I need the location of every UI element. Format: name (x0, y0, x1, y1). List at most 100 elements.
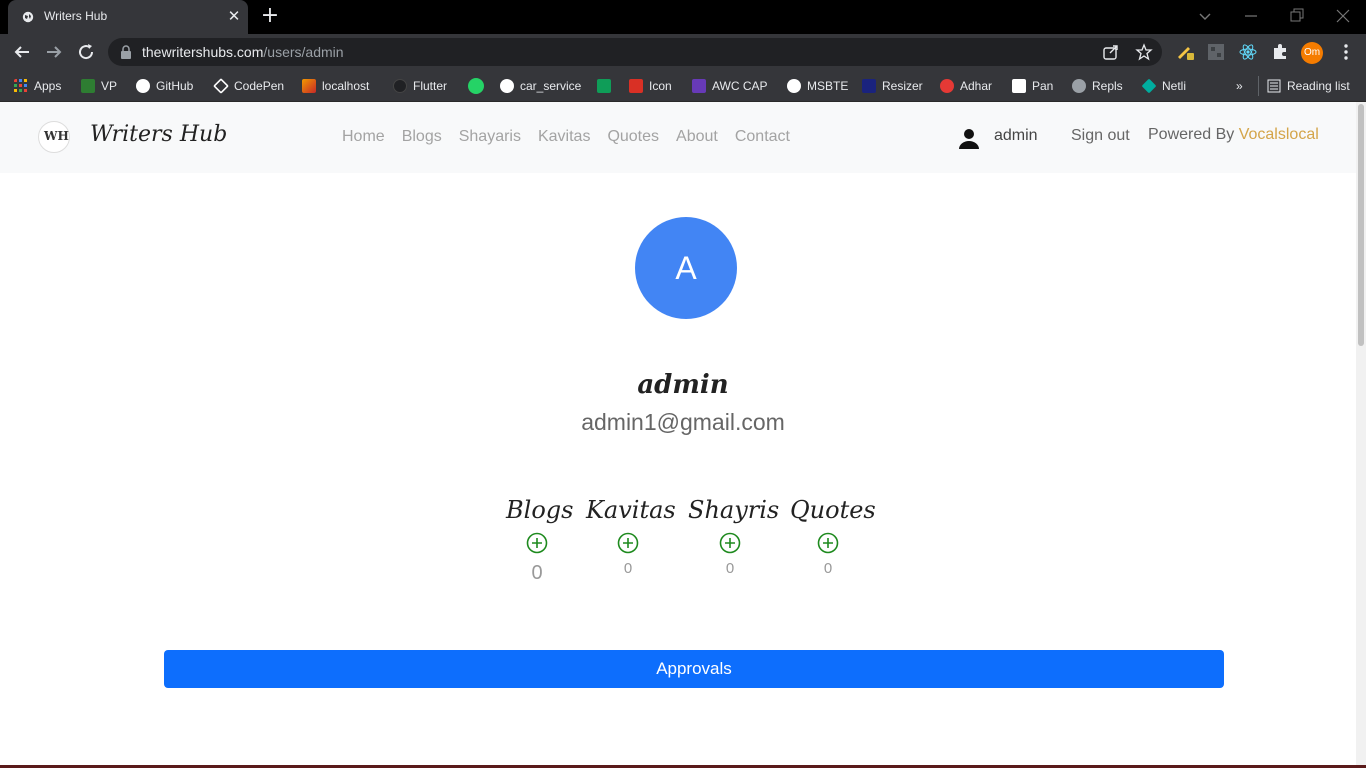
close-window-icon[interactable] (1333, 6, 1353, 26)
minimize-icon[interactable] (1241, 6, 1261, 26)
replit-icon (1072, 79, 1086, 93)
stat-count: 0 (623, 560, 633, 577)
bookmark-codepen[interactable]: CodePen (213, 76, 285, 96)
nav-quotes[interactable]: Quotes (607, 128, 659, 146)
netlify-icon (1141, 78, 1157, 94)
github-icon (136, 79, 150, 93)
nav-user-name[interactable]: admin (994, 127, 1038, 145)
tab-search-icon[interactable] (1195, 6, 1215, 26)
new-tab-button[interactable]: + (258, 5, 282, 29)
msbte-icon (787, 79, 801, 93)
globe-icon (22, 11, 34, 23)
nav-kavitas[interactable]: Kavitas (538, 128, 590, 146)
reading-list-button[interactable]: Reading list (1258, 76, 1350, 96)
profile-name: admin (637, 370, 729, 400)
bookmark-label: Icon (649, 79, 672, 93)
icon-grid-icon (629, 79, 643, 93)
add-kavita-icon[interactable] (617, 532, 639, 554)
add-blog-icon[interactable] (526, 532, 548, 554)
stat-quotes: Quotes 0 (790, 496, 876, 577)
bookmark-apps[interactable]: Apps (14, 76, 61, 96)
url-path: /users/admin (263, 44, 344, 60)
approvals-button[interactable]: Approvals (164, 650, 1224, 688)
logo-text: WH (44, 129, 69, 143)
bookmark-label: car_service (520, 79, 582, 93)
forward-icon[interactable] (42, 40, 66, 64)
back-icon[interactable] (10, 40, 34, 64)
apps-grid-icon (14, 79, 27, 92)
browser-tab[interactable]: Writers Hub ✕ (8, 0, 248, 34)
bookmark-label: AWC CAP (712, 79, 768, 93)
close-tab-icon[interactable]: ✕ (226, 8, 242, 24)
awc-icon (692, 79, 706, 93)
add-shayri-icon[interactable] (719, 532, 741, 554)
stat-shayris: Shayris 0 (688, 496, 779, 577)
bookmark-green-app[interactable] (597, 76, 611, 96)
extensions-puzzle-icon[interactable] (1270, 42, 1290, 62)
address-bar[interactable]: thewritershubs.com/users/admin (108, 38, 1162, 66)
share-icon[interactable] (1102, 43, 1120, 61)
bookmark-netli[interactable]: Netli (1141, 76, 1187, 96)
site-logo[interactable]: WH (38, 121, 70, 153)
bookmark-pan[interactable]: Pan (1012, 76, 1053, 96)
bookmark-awc-cap[interactable]: AWC CAP (692, 76, 768, 96)
reload-icon[interactable] (74, 40, 98, 64)
nav-shayaris[interactable]: Shayaris (459, 128, 521, 146)
bookmark-localhost[interactable]: localhost (302, 76, 369, 96)
kebab-menu-icon[interactable] (1336, 42, 1356, 62)
url-host: thewritershubs.com (142, 44, 264, 60)
nav-blogs[interactable]: Blogs (402, 128, 442, 146)
whatsapp-icon (468, 78, 484, 94)
pen-extension-icon[interactable] (1175, 42, 1195, 62)
bookmark-car-service[interactable]: car_service (500, 76, 581, 96)
bookmarks-overflow-button[interactable]: » (1236, 76, 1243, 96)
profile-avatar[interactable]: Om (1301, 42, 1323, 64)
browser-toolbar: thewritershubs.com/users/admin Om (0, 34, 1366, 70)
add-quote-icon[interactable] (817, 532, 839, 554)
bookmark-label: Adhar (960, 79, 993, 93)
powered-by: Powered By Vocalslocal (1148, 126, 1319, 144)
stat-title: Blogs (506, 496, 574, 524)
scroll-thumb[interactable] (1358, 104, 1364, 346)
bookmark-whatsapp[interactable] (468, 76, 484, 96)
reading-list-label: Reading list (1287, 79, 1350, 93)
nav-about[interactable]: About (676, 128, 718, 146)
overflow-chevron-icon: » (1236, 79, 1243, 93)
bookmark-github[interactable]: GitHub (136, 76, 193, 96)
stat-kavitas: Kavitas 0 (586, 496, 676, 577)
github-icon (500, 79, 514, 93)
bookmark-resizer[interactable]: Resizer (862, 76, 923, 96)
restore-icon[interactable] (1287, 6, 1307, 26)
reading-list-icon (1267, 79, 1281, 93)
bookmark-msbte[interactable]: MSBTE (787, 76, 848, 96)
profile-email: admin1@gmail.com (581, 409, 785, 435)
bookmark-label: Netli (1162, 79, 1187, 93)
nav-contact[interactable]: Contact (735, 128, 790, 146)
pdf-resizer-icon (862, 79, 876, 93)
nav-home[interactable]: Home (342, 128, 385, 146)
bookmark-repls[interactable]: Repls (1072, 76, 1123, 96)
sign-out-link[interactable]: Sign out (1071, 127, 1130, 145)
site-brand[interactable]: Writers Hub (90, 122, 227, 147)
bookmark-icon[interactable]: Icon (629, 76, 672, 96)
adhar-icon (940, 79, 954, 93)
green-app-icon (597, 79, 611, 93)
grid-extension-icon[interactable] (1206, 42, 1226, 62)
user-icon[interactable] (958, 128, 980, 150)
powered-brand-link[interactable]: Vocalslocal (1239, 126, 1319, 143)
browser-tab-strip: Writers Hub ✕ + (0, 0, 1366, 34)
bookmark-flutter[interactable]: Flutter (393, 76, 447, 96)
vp-icon (81, 79, 95, 93)
react-devtools-icon[interactable] (1238, 42, 1258, 62)
bookmark-star-icon[interactable] (1135, 43, 1153, 61)
bookmark-label: CodePen (234, 79, 285, 93)
stat-blogs: Blogs 0 (506, 496, 574, 585)
lock-icon[interactable] (120, 45, 132, 59)
bookmarks-bar: Apps VP GitHub CodePen localhost Flutter… (0, 70, 1366, 102)
bookmark-vp[interactable]: VP (81, 76, 117, 96)
bookmark-adhar[interactable]: Adhar (940, 76, 992, 96)
bookmark-label: GitHub (156, 79, 194, 93)
bookmark-label: Flutter (413, 79, 448, 93)
bookmark-label: Apps (34, 79, 62, 93)
tab-title: Writers Hub (44, 9, 108, 23)
